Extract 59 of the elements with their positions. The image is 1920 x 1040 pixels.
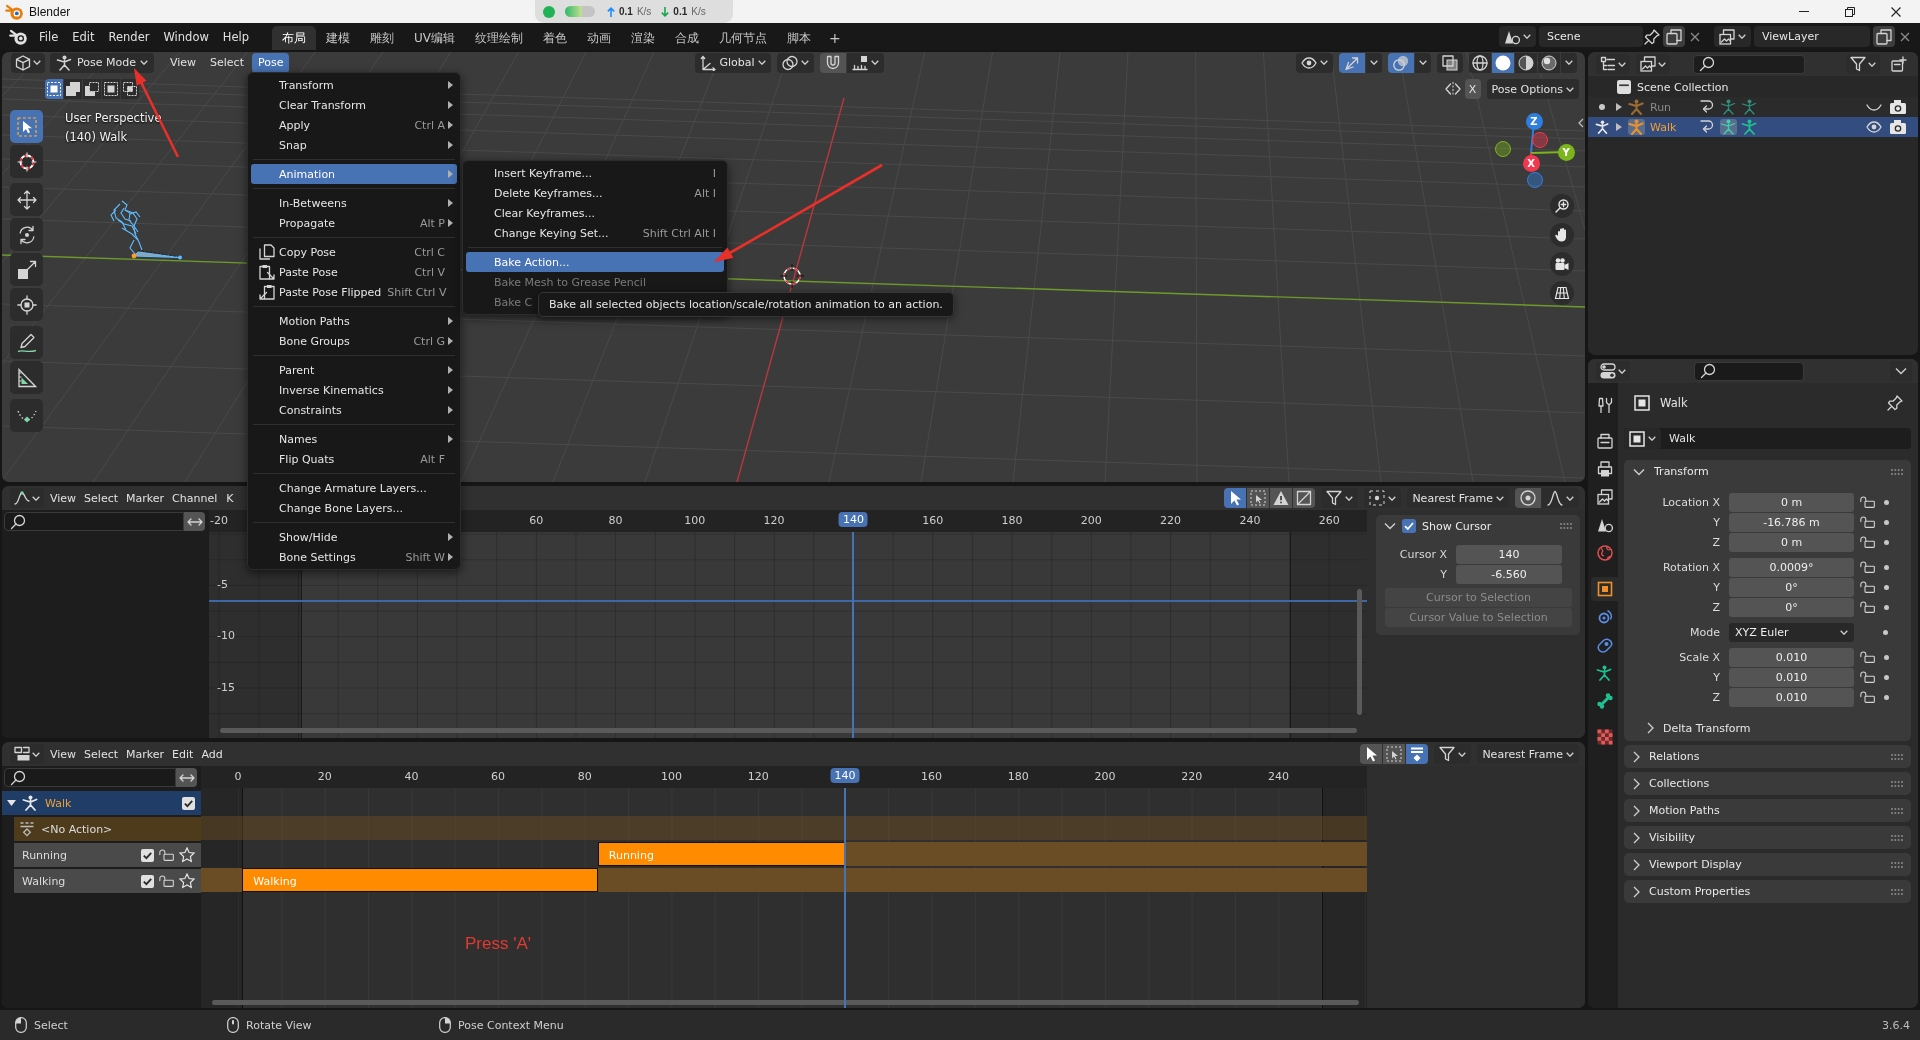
item-name: Scene Collection (1637, 80, 1729, 94)
frame-label: 80 (577, 770, 592, 783)
value-label: -10 (217, 629, 235, 643)
property-label: Y (1712, 515, 1721, 529)
channel-name: Walk (45, 796, 72, 810)
channel-name: Walking (22, 874, 66, 888)
property-label: Y (1712, 670, 1721, 684)
frame-label: 40 (404, 770, 419, 783)
viewport-info-text: (140) Walk (65, 130, 129, 144)
frame-label: -20 (210, 514, 228, 527)
property-label: Scale X (1678, 650, 1721, 664)
status-hint: Select (34, 1018, 68, 1032)
speed-unit: K/s (691, 6, 706, 17)
frame-label: 260 (1318, 514, 1340, 527)
frame-label: 160 (922, 514, 944, 527)
property-label: Rotation X (1661, 560, 1721, 574)
frame-label: 100 (684, 514, 706, 527)
item-name: Run (1650, 100, 1673, 114)
property-label: Mode (1689, 625, 1721, 639)
hint-text: Press 'A' (465, 934, 531, 954)
tooltip: Bake all selected objects location/scale/rotation animation to an action. (538, 292, 954, 317)
field-label: Y (1439, 568, 1448, 581)
frame-label: 240 (1267, 770, 1289, 783)
value-label: -15 (217, 680, 235, 694)
status-hint: Rotate View (246, 1018, 312, 1032)
frame-label: 100 (661, 770, 682, 783)
frame-label: 240 (1239, 514, 1261, 527)
property-label: Z (1711, 600, 1721, 614)
frame-label: 60 (529, 514, 544, 527)
value-label: -5 (217, 578, 228, 591)
object-name: Walk (1660, 396, 1688, 410)
frame-label: 80 (608, 514, 623, 527)
frame-label: 0 (234, 770, 242, 783)
property-label: Z (1711, 535, 1721, 549)
upload-speed: 0.1 (619, 6, 633, 17)
frame-label: 200 (1094, 770, 1116, 783)
item-name: Walk (1650, 120, 1678, 134)
frame-label: 120 (763, 514, 785, 527)
channel-name: Running (22, 848, 68, 862)
property-label: Z (1711, 690, 1721, 704)
frame-label: 180 (1001, 514, 1023, 527)
frame-label: 200 (1080, 514, 1102, 527)
panel-title: Show Cursor (1422, 519, 1492, 533)
property-label: Location X (1661, 495, 1721, 509)
download-speed: 0.1 (673, 6, 688, 17)
frame-label: 120 (747, 770, 769, 783)
status-hint: Pose Context Menu (458, 1018, 564, 1032)
channel-name: <No Action> (41, 822, 113, 836)
frame-label: 60 (491, 770, 506, 783)
speed-unit: K/s (636, 6, 652, 17)
frame-label: 20 (317, 770, 332, 783)
version-text: 3.6.4 (1882, 1018, 1910, 1032)
frame-label: 220 (1160, 514, 1182, 527)
property-label: Y (1712, 580, 1721, 594)
frame-label: 220 (1181, 770, 1203, 783)
window-title: Blender (29, 4, 71, 19)
field-label: Cursor X (1398, 548, 1448, 561)
frame-label: 160 (921, 770, 943, 783)
frame-label: 180 (1007, 770, 1029, 783)
